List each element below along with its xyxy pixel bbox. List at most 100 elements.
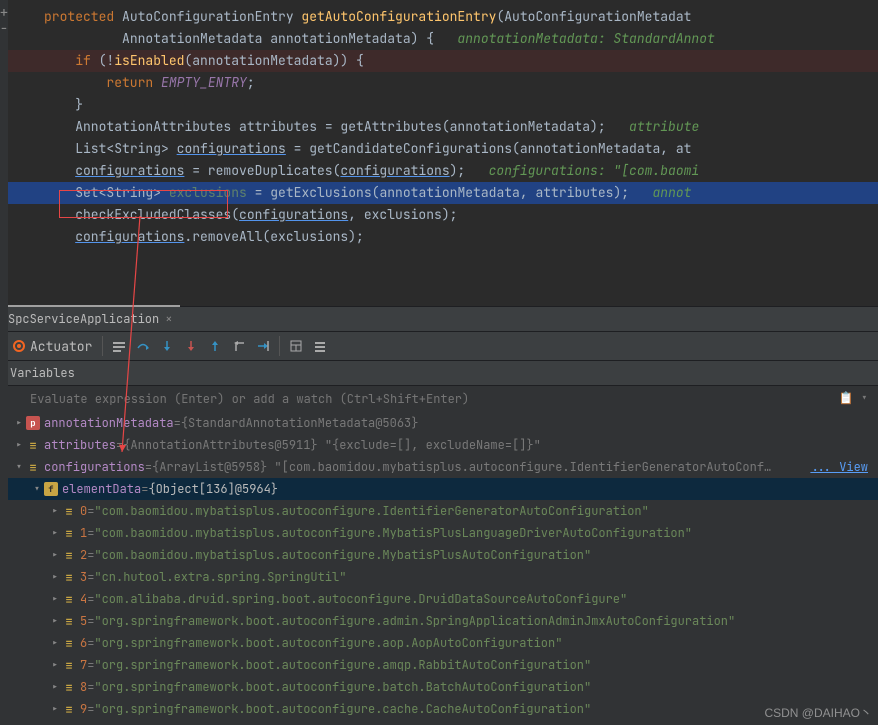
collapse-arrow-icon[interactable]: ▾ — [12, 459, 26, 475]
field-icon: ≡ — [62, 658, 76, 672]
code-line-current: Set<String> exclusions = getExclusions(a… — [0, 182, 878, 204]
array-item-row[interactable]: ▸≡9 = "org.springframework.boot.autoconf… — [0, 698, 878, 720]
array-value: "org.springframework.boot.autoconfigure.… — [94, 657, 591, 673]
paste-icon[interactable]: 📋 ▾ — [839, 390, 868, 408]
close-icon[interactable]: × — [165, 311, 172, 327]
array-item-row[interactable]: ▸≡6 = "org.springframework.boot.autoconf… — [0, 632, 878, 654]
calculator-icon — [289, 339, 303, 353]
code-line: configurations = removeDuplicates(config… — [0, 160, 878, 182]
watermark: CSDN @DAIHAO丶 — [764, 704, 872, 721]
array-value: "com.baomidou.mybatisplus.autoconfigure.… — [94, 525, 692, 541]
expand-arrow-icon[interactable]: ▸ — [48, 701, 62, 717]
array-index: 8 — [80, 679, 87, 695]
expand-arrow-icon[interactable]: ▸ — [48, 635, 62, 651]
code-editor[interactable]: protected AutoConfigurationEntry getAuto… — [0, 0, 878, 306]
array-index: 5 — [80, 613, 87, 629]
variables-header: Variables — [0, 360, 878, 385]
variable-row-selected[interactable]: ▾ f elementData = {Object[136]@5964} — [0, 478, 878, 500]
run-to-cursor-button[interactable] — [251, 335, 275, 357]
force-step-into-icon — [184, 339, 198, 353]
expand-arrow-icon[interactable]: ▸ — [48, 525, 62, 541]
array-value: "org.springframework.boot.autoconfigure.… — [94, 701, 591, 717]
array-value: "com.baomidou.mybatisplus.autoconfigure.… — [94, 503, 648, 519]
field-icon: ≡ — [62, 614, 76, 628]
frames-icon — [112, 339, 126, 353]
separator — [279, 336, 280, 356]
debug-tabbar: SpcServiceApplication × — [0, 306, 878, 331]
actuator-icon — [12, 339, 26, 353]
view-link[interactable]: ... View — [810, 459, 868, 475]
field-icon: ≡ — [62, 592, 76, 606]
step-into-icon — [160, 339, 174, 353]
field-icon: ≡ — [62, 702, 76, 716]
drop-frame-button[interactable] — [227, 335, 251, 357]
array-index: 7 — [80, 657, 87, 673]
evaluate-expression-button[interactable] — [284, 335, 308, 357]
array-item-row[interactable]: ▸≡5 = "org.springframework.boot.autoconf… — [0, 610, 878, 632]
expand-arrow-icon[interactable]: ▸ — [48, 613, 62, 629]
array-index: 3 — [80, 569, 87, 585]
tab-run-config[interactable]: SpcServiceApplication × — [0, 305, 180, 331]
field-f-icon: f — [44, 482, 58, 496]
drop-frame-icon — [232, 339, 246, 353]
code-line: checkExcludedClasses(configurations, exc… — [0, 204, 878, 226]
code-line: List<String> configurations = getCandida… — [0, 138, 878, 160]
expand-arrow-icon[interactable]: ▸ — [48, 569, 62, 585]
expand-arrow-icon[interactable]: ▸ — [12, 437, 26, 453]
field-icon: ≡ — [62, 636, 76, 650]
array-item-row[interactable]: ▸≡4 = "com.alibaba.druid.spring.boot.aut… — [0, 588, 878, 610]
watch-input-row: + − 📋 ▾ — [0, 385, 878, 412]
array-item-row[interactable]: ▸≡8 = "org.springframework.boot.autoconf… — [0, 676, 878, 698]
step-over-button[interactable] — [131, 335, 155, 357]
trace-current-stream-button[interactable] — [308, 335, 332, 357]
array-value: "org.springframework.boot.autoconfigure.… — [94, 613, 735, 629]
array-item-row[interactable]: ▸≡1 = "com.baomidou.mybatisplus.autoconf… — [0, 522, 878, 544]
array-index: 2 — [80, 547, 87, 563]
separator — [102, 336, 103, 356]
step-out-button[interactable] — [203, 335, 227, 357]
field-icon: ≡ — [62, 680, 76, 694]
expand-arrow-icon[interactable]: ▸ — [12, 415, 26, 431]
add-watch-button[interactable]: + — [0, 4, 11, 18]
array-item-row[interactable]: ▸≡7 = "org.springframework.boot.autoconf… — [0, 654, 878, 676]
step-into-button[interactable] — [155, 335, 179, 357]
code-line: } — [0, 94, 878, 116]
actuator-button[interactable]: Actuator — [6, 335, 98, 357]
show-frames-button[interactable] — [107, 335, 131, 357]
expand-arrow-icon[interactable]: ▸ — [48, 591, 62, 607]
array-index: 1 — [80, 525, 87, 541]
tab-label: SpcServiceApplication — [8, 311, 159, 327]
array-item-row[interactable]: ▸≡0 = "com.baomidou.mybatisplus.autoconf… — [0, 500, 878, 522]
array-item-row[interactable]: ▸≡10 = "org.springframework.boot.autocon… — [0, 720, 878, 725]
array-item-row[interactable]: ▸≡3 = "cn.hutool.extra.spring.SpringUtil… — [0, 566, 878, 588]
array-index: 4 — [80, 591, 87, 607]
field-icon: ≡ — [26, 460, 40, 474]
collapse-arrow-icon[interactable]: ▾ — [30, 481, 44, 497]
code-line: protected AutoConfigurationEntry getAuto… — [0, 6, 878, 28]
expand-arrow-icon[interactable]: ▸ — [48, 547, 62, 563]
expand-arrow-icon[interactable]: ▸ — [48, 657, 62, 673]
field-icon: ≡ — [62, 504, 76, 518]
code-line: return EMPTY_ENTRY; — [0, 72, 878, 94]
array-item-row[interactable]: ▸≡2 = "com.baomidou.mybatisplus.autoconf… — [0, 544, 878, 566]
param-icon: p — [26, 416, 40, 430]
code-line: AnnotationAttributes attributes = getAtt… — [0, 116, 878, 138]
array-value: "com.baomidou.mybatisplus.autoconfigure.… — [94, 547, 591, 563]
field-icon: ≡ — [26, 438, 40, 452]
step-out-icon — [208, 339, 222, 353]
remove-watch-button[interactable]: − — [0, 20, 11, 34]
variable-row[interactable]: ▾ ≡ configurations = {ArrayList@5958} "[… — [0, 456, 878, 478]
array-index: 0 — [80, 503, 87, 519]
expand-arrow-icon[interactable]: ▸ — [48, 503, 62, 519]
variable-row[interactable]: ▸ ≡ attributes = {AnnotationAttributes@5… — [0, 434, 878, 456]
field-icon: ≡ — [62, 526, 76, 540]
code-line: configurations.removeAll(exclusions); — [0, 226, 878, 248]
array-value: "org.springframework.boot.autoconfigure.… — [94, 635, 562, 651]
array-index: 6 — [80, 635, 87, 651]
evaluate-expression-input[interactable] — [28, 390, 839, 408]
expand-arrow-icon[interactable]: ▸ — [48, 679, 62, 695]
variable-row[interactable]: ▸ p annotationMetadata = {StandardAnnota… — [0, 412, 878, 434]
list-icon — [313, 339, 327, 353]
variables-tree[interactable]: ▸ p annotationMetadata = {StandardAnnota… — [0, 412, 878, 725]
force-step-into-button[interactable] — [179, 335, 203, 357]
